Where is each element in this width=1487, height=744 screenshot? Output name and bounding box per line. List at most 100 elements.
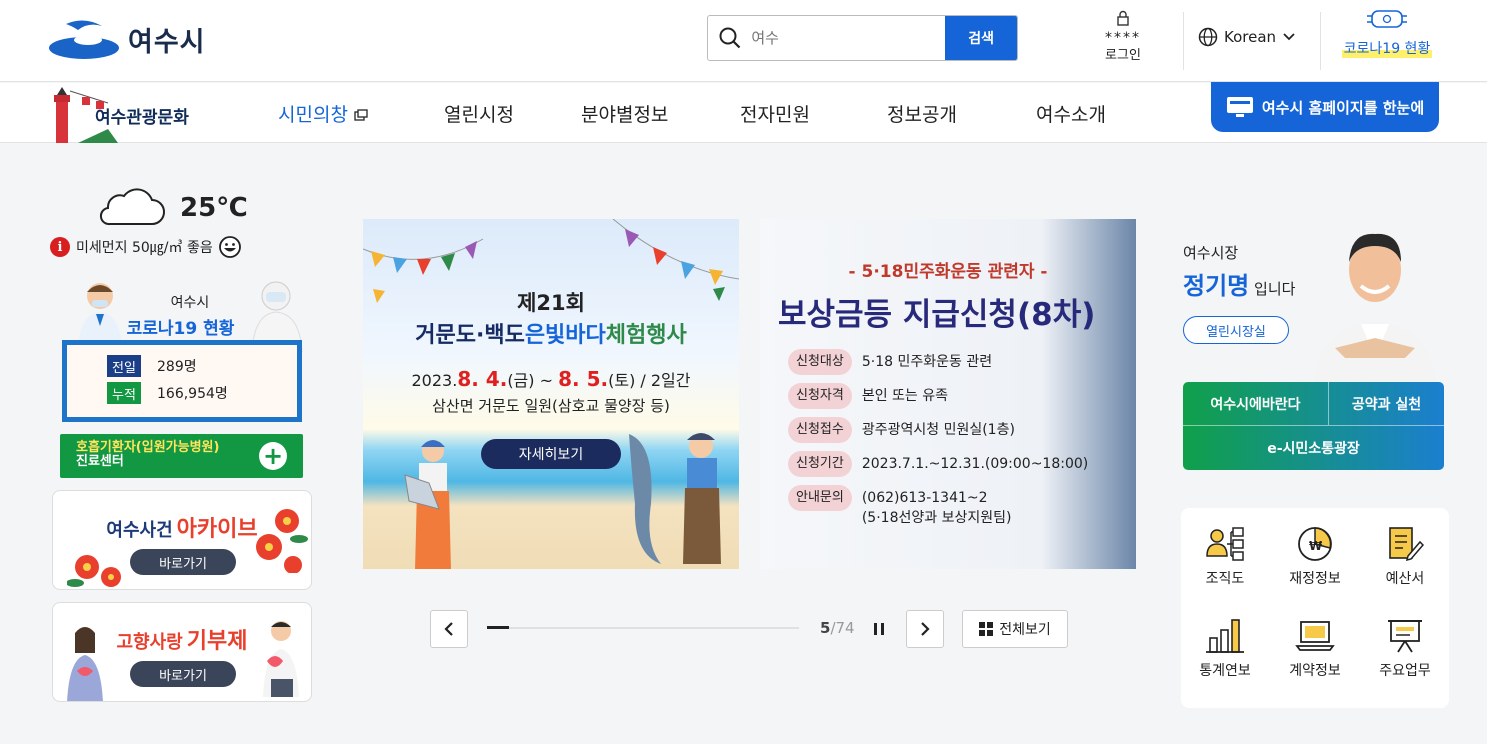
open-mayor-office-button[interactable]: 열린시장실 [1183, 316, 1289, 344]
info-icon: i [50, 237, 70, 257]
archive-title: 여수사건 아카이브 [53, 511, 311, 543]
divider [1183, 12, 1184, 70]
compensation-label: 신청접수 [788, 417, 852, 443]
quick-link-org-chart[interactable]: 조직도 [1185, 526, 1265, 588]
covid-status-widget[interactable]: 여수시 코로나19 현황 전일 289명 누적 166,954명 [50, 278, 306, 428]
pause-icon [874, 623, 884, 635]
mayor-photo-icon [1315, 233, 1435, 382]
respiratory-clinic-link[interactable]: 호흡기환자(입원가능병원) 진료센터 + [60, 434, 303, 478]
hometown-donation-card[interactable]: 고향사랑 기부제 바로가기 [52, 602, 312, 702]
slider-total: /74 [830, 619, 855, 637]
tour-culture-link[interactable]: 여수관광문화 [48, 83, 223, 143]
all-site-label: 여수시 홈페이지를 한눈에 [1261, 98, 1425, 117]
quick-link-label: 주요업무 [1379, 663, 1431, 679]
event-edition: 제21회 [517, 291, 585, 315]
quick-link-label: 통계연보 [1199, 663, 1251, 679]
event-detail-button[interactable]: 자세히보기 [481, 439, 621, 469]
compensation-value: 광주광역시청 민원실(1층) [861, 422, 1015, 438]
covid-row: 누적 166,954명 [107, 382, 297, 404]
site-logo[interactable]: 여수시 [48, 18, 206, 60]
covid-title: 코로나19 현황 [126, 319, 235, 339]
covid-tag: 전일 [107, 355, 141, 377]
divider [1320, 12, 1321, 70]
menu-citizen-window[interactable]: 시민의창 [278, 100, 368, 127]
org-chart-icon [1206, 527, 1244, 561]
slider-next-button[interactable] [906, 610, 944, 648]
archive-title-1: 여수사건 [106, 520, 173, 541]
presentation-board-icon [1388, 620, 1422, 653]
quick-link-statistics[interactable]: 통계연보 [1185, 618, 1265, 680]
language-select[interactable]: Korean [1198, 27, 1296, 47]
laptop-icon [1295, 621, 1335, 651]
menu-field-info[interactable]: 분야별정보 [581, 100, 668, 127]
compensation-banner[interactable]: - 5·18민주화운동 관련자 - 보상금등 지급신청(8차) 신청대상 5·18… [760, 219, 1136, 569]
compensation-row: 신청자격 본인 또는 유족 [788, 383, 948, 409]
compensation-row: 신청접수 광주광역시청 민원실(1층) [788, 417, 1015, 443]
donation-go-button[interactable]: 바로가기 [130, 661, 236, 687]
svg-text:₩: ₩ [1309, 539, 1323, 553]
covid-city: 여수시 [170, 295, 210, 311]
archive-go-button[interactable]: 바로가기 [130, 549, 236, 575]
temperature: 25℃ [180, 193, 248, 223]
mayor-link-suggestions[interactable]: 여수시에바란다 [1183, 382, 1329, 426]
mayor-link-e-plaza[interactable]: e-시민소통광장 [1183, 426, 1444, 470]
search-icon [708, 16, 751, 60]
slider-counter: 5/74 [820, 619, 855, 637]
clinic-title-text: 호흡기환자(입원가능병원) [76, 440, 220, 455]
fisherwoman-illustration-icon [404, 440, 451, 569]
mayor-name: 정기명 입니다 [1183, 266, 1295, 301]
search-button[interactable]: 검색 [945, 16, 1017, 60]
compensation-label: 신청기간 [788, 451, 852, 477]
cloud-icon [99, 188, 165, 226]
globe-icon [1198, 27, 1218, 47]
fisherman-illustration-icon [629, 433, 721, 564]
top-header: 여수시 검색 **** 로그인 Korean 코로나19 현황 [0, 0, 1487, 82]
all-site-button[interactable]: 여수시 홈페이지를 한눈에 [1211, 82, 1439, 132]
language-label: Korean [1224, 28, 1277, 46]
compensation-row: 신청기간 2023.7.1.~12.31.(09:00~18:00) [788, 451, 1088, 477]
archive-title-2: 아카이브 [176, 517, 258, 542]
search-input[interactable] [751, 16, 946, 60]
event-title-c: 체험행사 [605, 323, 687, 348]
event-banner[interactable]: 제21회 거문도·백도은빛바다체험행사 2023.8. 4.(금) ~ 8. 5… [363, 219, 739, 569]
quick-link-finance[interactable]: ₩ 재정정보 [1275, 526, 1355, 588]
compensation-label: 안내문의 [788, 485, 852, 511]
covid-value: 166,954명 [157, 386, 228, 402]
menu-e-civil[interactable]: 전자민원 [740, 100, 810, 127]
menu-yeosu-intro[interactable]: 여수소개 [1036, 100, 1106, 127]
login-link[interactable]: **** 로그인 [1098, 10, 1148, 63]
menu-info-disclosure[interactable]: 정보공개 [887, 100, 957, 127]
slider-prev-button[interactable] [430, 610, 468, 648]
event-date-start: 8. 4. [457, 367, 508, 391]
corona-label: 코로나19 현황 [1341, 38, 1433, 58]
lock-icon [1117, 10, 1129, 26]
slider-all-view-button[interactable]: 전체보기 [962, 610, 1068, 648]
mayor-suffix: 입니다 [1249, 280, 1296, 298]
plus-icon: + [259, 442, 287, 470]
event-title-b: 은빛바다 [524, 323, 606, 348]
all-view-label: 전체보기 [999, 622, 1051, 638]
compensation-row: 안내문의 (062)613-1341~2 (5·18선양과 보상지원팀) [788, 485, 1011, 528]
quick-link-main-tasks[interactable]: 주요업무 [1365, 618, 1445, 680]
slider-pause-button[interactable] [873, 622, 885, 640]
compensation-value: (062)613-1341~2 [861, 490, 988, 506]
event-date-end: 8. 5. [558, 367, 609, 391]
compensation-contact: (062)613-1341~2 (5·18선양과 보상지원팀) [862, 485, 1012, 528]
quick-link-budget[interactable]: 예산서 [1365, 526, 1445, 588]
covid-row: 전일 289명 [107, 355, 297, 377]
slider-progress [487, 626, 799, 629]
quick-link-contracts[interactable]: 계약정보 [1275, 618, 1355, 680]
yeosu-logo-icon [49, 20, 119, 59]
chevron-down-icon [1283, 33, 1295, 41]
weather-widget: 25℃ [96, 188, 248, 228]
archive-card[interactable]: 여수사건 아카이브 바로가기 [52, 490, 312, 590]
compensation-label: 신청대상 [788, 349, 852, 375]
mayor-link-pledges[interactable]: 공약과 실천 [1329, 382, 1444, 426]
event-date-prefix: 2023. [411, 371, 458, 390]
corona-status-link[interactable]: 코로나19 현황 [1338, 8, 1436, 58]
mask-icon [1367, 10, 1407, 28]
main-navigation: 여수관광문화 시민의창 열린시정 분야별정보 전자민원 정보공개 여수소개 여수… [0, 82, 1487, 143]
quick-link-label: 예산서 [1385, 571, 1425, 587]
menu-open-administration[interactable]: 열린시정 [444, 100, 514, 127]
camellia-flower-icon [67, 555, 121, 587]
